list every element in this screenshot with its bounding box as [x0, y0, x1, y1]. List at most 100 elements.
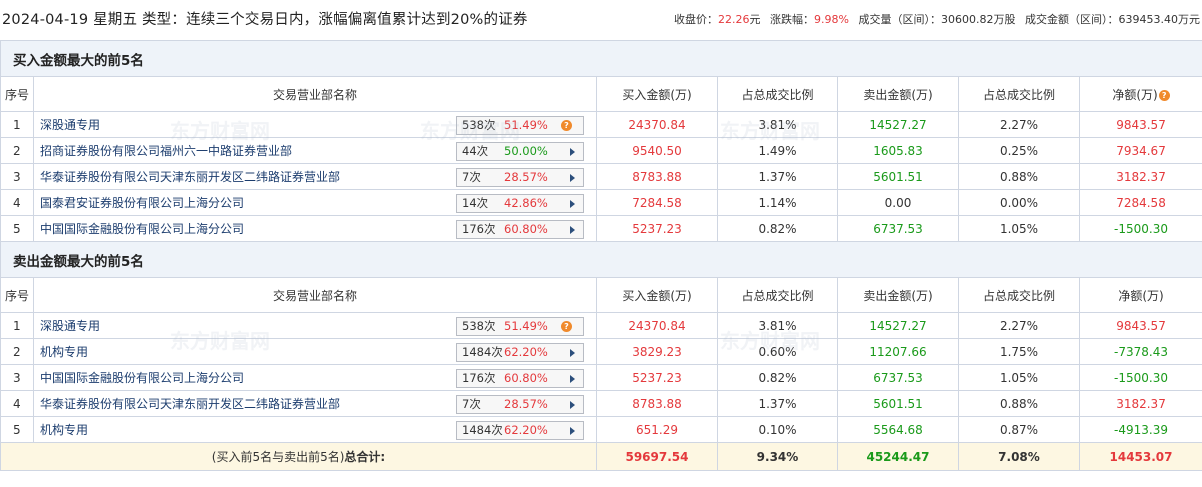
net-amount: 9843.57 — [1078, 111, 1202, 138]
net-amount: 3182.37 — [1078, 163, 1202, 190]
arrow-right-icon[interactable] — [570, 427, 575, 435]
sell-section-title: 卖出金额最大的前5名 — [0, 241, 1202, 278]
broker-cell: 深股通专用 538次 51.49%? — [33, 111, 597, 138]
col-sell-ratio: 占总成交比例 — [958, 277, 1080, 313]
sell-ratio: 0.88% — [958, 390, 1080, 417]
times-count: 1484次 — [462, 345, 503, 359]
broker-name[interactable]: 深股通专用 — [40, 118, 100, 132]
broker-name[interactable]: 机构专用 — [40, 345, 88, 359]
history-badge[interactable]: 538次 51.49%? — [456, 116, 584, 135]
net-amount: 7934.67 — [1078, 137, 1202, 164]
buy-ratio: 1.49% — [717, 137, 838, 164]
broker-cell: 深股通专用 538次 51.49%? — [33, 312, 597, 339]
col-sell-ratio: 占总成交比例 — [958, 76, 1080, 112]
sell-amount: 5564.68 — [837, 416, 959, 443]
table-row: 2 机构专用 1484次 62.20% 3829.23 0.60% 11207.66 1.75… — [0, 338, 1202, 365]
sell-section: 卖出金额最大的前5名 序号 交易营业部名称 买入金额(万) 占总成交比例 卖出金… — [0, 241, 1202, 443]
arrow-right-icon[interactable] — [570, 148, 575, 156]
arrow-right-icon[interactable] — [570, 226, 575, 234]
table-row: 4 国泰君安证券股份有限公司上海分公司 14次 42.86% 7284.58 1.14% 0… — [0, 189, 1202, 216]
times-count: 7次 — [462, 397, 481, 411]
sell-amount: 1605.83 — [837, 137, 959, 164]
history-badge[interactable]: 176次 60.80% — [456, 220, 584, 239]
history-badge[interactable]: 7次 28.57% — [456, 395, 584, 414]
col-buy-ratio: 占总成交比例 — [717, 76, 838, 112]
broker-name[interactable]: 中国国际金融股份有限公司上海分公司 — [40, 222, 244, 236]
volume-label: 成交量（区间）： — [858, 13, 942, 26]
broker-cell: 国泰君安证券股份有限公司上海分公司 14次 42.86% — [33, 189, 597, 216]
times-count: 1484次 — [462, 423, 503, 437]
times-count: 538次 — [462, 319, 496, 333]
question-icon[interactable]: ? — [561, 321, 572, 332]
col-seq: 序号 — [0, 277, 34, 313]
total-sell: 45244.47 — [837, 442, 959, 471]
sell-amount: 11207.66 — [837, 338, 959, 365]
total-buy-ratio: 9.34% — [717, 442, 838, 471]
broker-name[interactable]: 招商证券股份有限公司福州六一中路证券营业部 — [40, 144, 292, 158]
win-rate: 51.49% — [504, 118, 548, 132]
question-icon[interactable]: ? — [561, 120, 572, 131]
arrow-right-icon[interactable] — [570, 401, 575, 409]
win-rate: 28.57% — [504, 397, 548, 411]
sell-ratio: 1.75% — [958, 338, 1080, 365]
win-rate: 50.00% — [504, 144, 548, 158]
row-seq: 1 — [0, 312, 34, 339]
win-rate: 51.49% — [504, 319, 548, 333]
sell-amount: 0.00 — [837, 189, 959, 216]
row-seq: 4 — [0, 390, 34, 417]
buy-amount: 24370.84 — [596, 111, 718, 138]
row-seq: 1 — [0, 111, 34, 138]
history-badge[interactable]: 538次 51.49%? — [456, 317, 584, 336]
sell-amount: 14527.27 — [837, 111, 959, 138]
buy-ratio: 1.37% — [717, 163, 838, 190]
arrow-right-icon[interactable] — [570, 174, 575, 182]
net-amount: 3182.37 — [1078, 390, 1202, 417]
broker-cell: 华泰证券股份有限公司天津东丽开发区二纬路证券营业部 7次 28.57% — [33, 390, 597, 417]
arrow-right-icon[interactable] — [570, 349, 575, 357]
times-count: 14次 — [462, 196, 489, 210]
broker-cell: 中国国际金融股份有限公司上海分公司 176次 60.80% — [33, 364, 597, 391]
win-rate: 60.80% — [504, 371, 548, 385]
history-badge[interactable]: 1484次 62.20% — [456, 421, 584, 440]
net-amount: 7284.58 — [1078, 189, 1202, 216]
arrow-right-icon[interactable] — [570, 200, 575, 208]
arrow-right-icon[interactable] — [570, 375, 575, 383]
broker-name[interactable]: 国泰君安证券股份有限公司上海分公司 — [40, 196, 244, 210]
question-icon[interactable]: ? — [1158, 89, 1170, 101]
history-badge[interactable]: 176次 60.80% — [456, 369, 584, 388]
buy-section-title: 买入金额最大的前5名 — [0, 40, 1202, 77]
lhb-table: 买入金额最大的前5名 序号 交易营业部名称 买入金额(万) 占总成交比例 卖出金… — [0, 40, 1202, 471]
buy-amount: 5237.23 — [596, 364, 718, 391]
buy-ratio: 3.81% — [717, 312, 838, 339]
sell-ratio: 0.00% — [958, 189, 1080, 216]
broker-cell: 中国国际金融股份有限公司上海分公司 176次 60.80% — [33, 215, 597, 242]
broker-tables: 买入金额最大的前5名 序号 交易营业部名称 买入金额(万) 占总成交比例 卖出金… — [0, 40, 1202, 471]
total-label: (买入前5名与卖出前5名)总合计: — [0, 442, 597, 471]
history-badge[interactable]: 1484次 62.20% — [456, 343, 584, 362]
col-sell-amount: 卖出金额(万) — [837, 277, 959, 313]
col-buy-ratio: 占总成交比例 — [717, 277, 838, 313]
sell-amount: 5601.51 — [837, 163, 959, 190]
times-count: 176次 — [462, 222, 496, 236]
change-label: 涨跌幅： — [770, 13, 815, 26]
sell-column-header: 序号 交易营业部名称 买入金额(万) 占总成交比例 卖出金额(万) 占总成交比例… — [0, 277, 1202, 313]
broker-name[interactable]: 华泰证券股份有限公司天津东丽开发区二纬路证券营业部 — [40, 170, 340, 184]
broker-name[interactable]: 深股通专用 — [40, 319, 100, 333]
col-broker: 交易营业部名称 — [33, 76, 597, 112]
times-count: 538次 — [462, 118, 496, 132]
history-badge[interactable]: 14次 42.86% — [456, 194, 584, 213]
buy-ratio: 3.81% — [717, 111, 838, 138]
total-buy: 59697.54 — [596, 442, 718, 471]
buy-amount: 7284.58 — [596, 189, 718, 216]
history-badge[interactable]: 44次 50.00% — [456, 142, 584, 161]
broker-name[interactable]: 中国国际金融股份有限公司上海分公司 — [40, 371, 244, 385]
sell-ratio: 2.27% — [958, 312, 1080, 339]
total-label-prefix: (买入前5名与卖出前5名) — [211, 450, 345, 464]
col-net: 净额(万) — [1078, 277, 1202, 313]
broker-name[interactable]: 机构专用 — [40, 423, 88, 437]
broker-name[interactable]: 华泰证券股份有限公司天津东丽开发区二纬路证券营业部 — [40, 397, 340, 411]
buy-amount: 3829.23 — [596, 338, 718, 365]
table-row: 3 中国国际金融股份有限公司上海分公司 176次 60.80% 5237.23 0.82%… — [0, 364, 1202, 391]
history-badge[interactable]: 7次 28.57% — [456, 168, 584, 187]
table-row: 1 深股通专用 538次 51.49%? 24370.84 3.81% 14527.27 2.… — [0, 111, 1202, 138]
